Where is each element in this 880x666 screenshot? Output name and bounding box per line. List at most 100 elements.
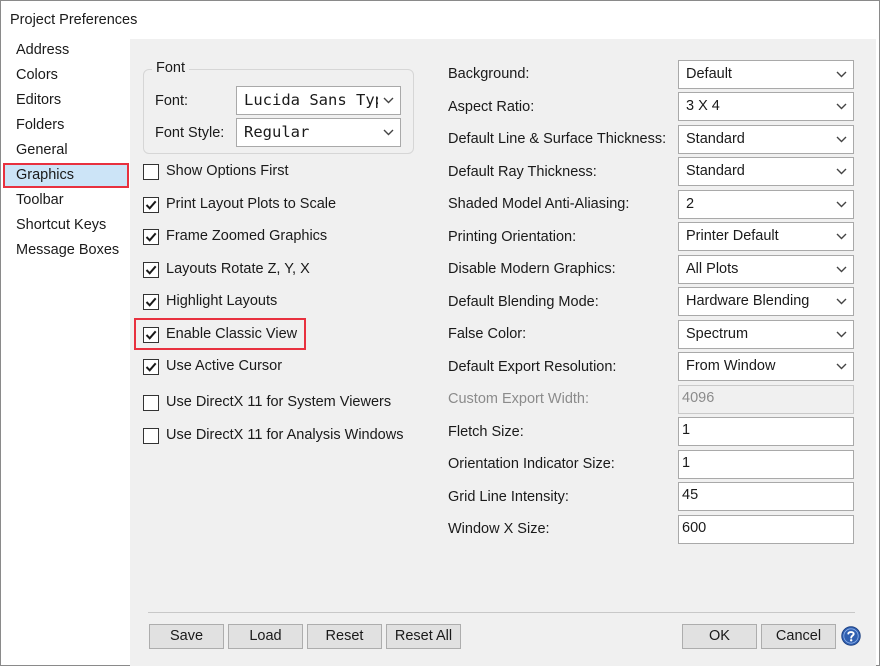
ray-thickness-label: Default Ray Thickness:: [448, 164, 597, 180]
checkbox[interactable]: [143, 262, 159, 278]
fletch-size-input[interactable]: 1: [678, 417, 854, 446]
help-icon[interactable]: [841, 626, 861, 646]
graphics-settings-panel: Font Font: Lucida Sans Typewriter Font S…: [130, 39, 876, 666]
grid-line-intensity-value: 45: [682, 487, 699, 503]
orientation-indicator-size-value: 1: [682, 455, 691, 471]
background-label: Background:: [448, 66, 530, 82]
anti-aliasing-select[interactable]: 2: [678, 190, 854, 219]
blending-mode-value: Hardware Blending: [686, 293, 810, 309]
option-label: Layouts Rotate Z, Y, X: [166, 261, 310, 277]
aspect-ratio-label: Aspect Ratio:: [448, 99, 535, 115]
sidebar-item-label: Folders: [16, 117, 65, 133]
checkbox[interactable]: [143, 229, 159, 245]
ok-button[interactable]: OK: [682, 624, 757, 649]
option-label: Frame Zoomed Graphics: [166, 228, 328, 244]
window-x-size-label: Window X Size:: [448, 521, 550, 537]
load-button[interactable]: Load: [228, 624, 303, 649]
checkbox[interactable]: [143, 294, 159, 310]
sidebar-item-label: Editors: [16, 92, 62, 108]
sidebar-item-label: Message Boxes: [16, 242, 120, 258]
sidebar-item-editors[interactable]: Editors: [1, 89, 130, 114]
font-label: Font:: [155, 93, 189, 109]
grid-line-intensity-label: Grid Line Intensity:: [448, 489, 569, 505]
chevron-down-icon: [836, 103, 847, 110]
disable-modern-graphics-label: Disable Modern Graphics:: [448, 261, 616, 277]
option-label: Use DirectX 11 for System Viewers: [166, 394, 392, 410]
checkmark-icon: [145, 297, 157, 307]
font-style-select-value: Regular: [244, 123, 310, 141]
checkbox[interactable]: [143, 197, 159, 213]
checkbox[interactable]: [143, 395, 159, 411]
chevron-down-icon: [836, 71, 847, 78]
sidebar-item-address[interactable]: Address: [1, 39, 130, 64]
option-label: Enable Classic View: [166, 326, 298, 342]
chevron-down-icon: [383, 97, 394, 104]
checkbox[interactable]: [143, 164, 159, 180]
window-title: Project Preferences: [10, 12, 138, 28]
sidebar-item-label: General: [16, 142, 68, 158]
font-group: Font Font: Lucida Sans Typewriter Font S…: [143, 60, 414, 154]
chevron-down-icon: [836, 363, 847, 370]
chevron-down-icon: [383, 129, 394, 136]
orientation-indicator-size-label: Orientation Indicator Size:: [448, 456, 615, 472]
window-x-size-input[interactable]: 600: [678, 515, 854, 544]
false-color-select[interactable]: Spectrum: [678, 320, 854, 349]
sidebar-item-toolbar[interactable]: Toolbar: [1, 189, 130, 214]
cancel-button[interactable]: Cancel: [761, 624, 836, 649]
option-label: Show Options First: [166, 163, 289, 179]
checkmark-icon: [145, 330, 157, 340]
ray-thickness-select[interactable]: Standard: [678, 157, 854, 186]
footer-divider: [148, 612, 855, 613]
background-select[interactable]: Default: [678, 60, 854, 89]
fletch-size-value: 1: [682, 422, 691, 438]
printing-orientation-select[interactable]: Printer Default: [678, 222, 854, 251]
sidebar-item-label: Colors: [16, 67, 58, 83]
line-surface-thickness-value: Standard: [686, 131, 745, 147]
custom-export-width-value: 4096: [682, 390, 715, 406]
anti-aliasing-label: Shaded Model Anti-Aliasing:: [448, 196, 630, 212]
disable-modern-graphics-value: All Plots: [686, 261, 739, 277]
font-style-label: Font Style:: [155, 125, 225, 141]
printing-orientation-label: Printing Orientation:: [448, 229, 577, 245]
checkbox[interactable]: [143, 359, 159, 375]
font-select[interactable]: Lucida Sans Typewriter: [236, 86, 401, 115]
save-button[interactable]: Save: [149, 624, 224, 649]
checkmark-icon: [145, 200, 157, 210]
checkmark-icon: [145, 265, 157, 275]
blending-mode-label: Default Blending Mode:: [448, 294, 599, 310]
sidebar-item-general[interactable]: General: [1, 139, 130, 164]
chevron-down-icon: [836, 331, 847, 338]
chevron-down-icon: [836, 136, 847, 143]
font-select-value: Lucida Sans Typewriter: [244, 91, 378, 109]
export-resolution-label: Default Export Resolution:: [448, 359, 617, 375]
line-surface-thickness-label: Default Line & Surface Thickness:: [448, 131, 667, 147]
option-label: Use DirectX 11 for Analysis Windows: [166, 427, 404, 443]
orientation-indicator-size-input[interactable]: 1: [678, 450, 854, 479]
font-style-select[interactable]: Regular: [236, 118, 401, 147]
sidebar-item-folders[interactable]: Folders: [1, 114, 130, 139]
sidebar-item-graphics[interactable]: Graphics: [3, 163, 129, 188]
reset-button[interactable]: Reset: [307, 624, 382, 649]
sidebar-item-message-boxes[interactable]: Message Boxes: [1, 239, 130, 264]
chevron-down-icon: [836, 168, 847, 175]
sidebar-item-shortcut-keys[interactable]: Shortcut Keys: [1, 214, 130, 239]
checkbox[interactable]: [143, 327, 159, 343]
sidebar-item-label: Toolbar: [16, 192, 64, 208]
background-value: Default: [686, 66, 732, 82]
export-resolution-select[interactable]: From Window: [678, 352, 854, 381]
checkbox[interactable]: [143, 428, 159, 444]
reset-all-button[interactable]: Reset All: [386, 624, 461, 649]
option-label: Print Layout Plots to Scale: [166, 196, 337, 212]
line-surface-thickness-select[interactable]: Standard: [678, 125, 854, 154]
anti-aliasing-value: 2: [686, 196, 695, 212]
disable-modern-graphics-select[interactable]: All Plots: [678, 255, 854, 284]
grid-line-intensity-input[interactable]: 45: [678, 482, 854, 511]
ray-thickness-value: Standard: [686, 163, 745, 179]
aspect-ratio-select[interactable]: 3 X 4: [678, 92, 854, 121]
font-group-title: Font: [152, 60, 190, 76]
blending-mode-select[interactable]: Hardware Blending: [678, 287, 854, 316]
sidebar-item-label: Graphics: [16, 167, 75, 183]
false-color-label: False Color:: [448, 326, 527, 342]
sidebar-item-colors[interactable]: Colors: [1, 64, 130, 89]
chevron-down-icon: [836, 233, 847, 240]
